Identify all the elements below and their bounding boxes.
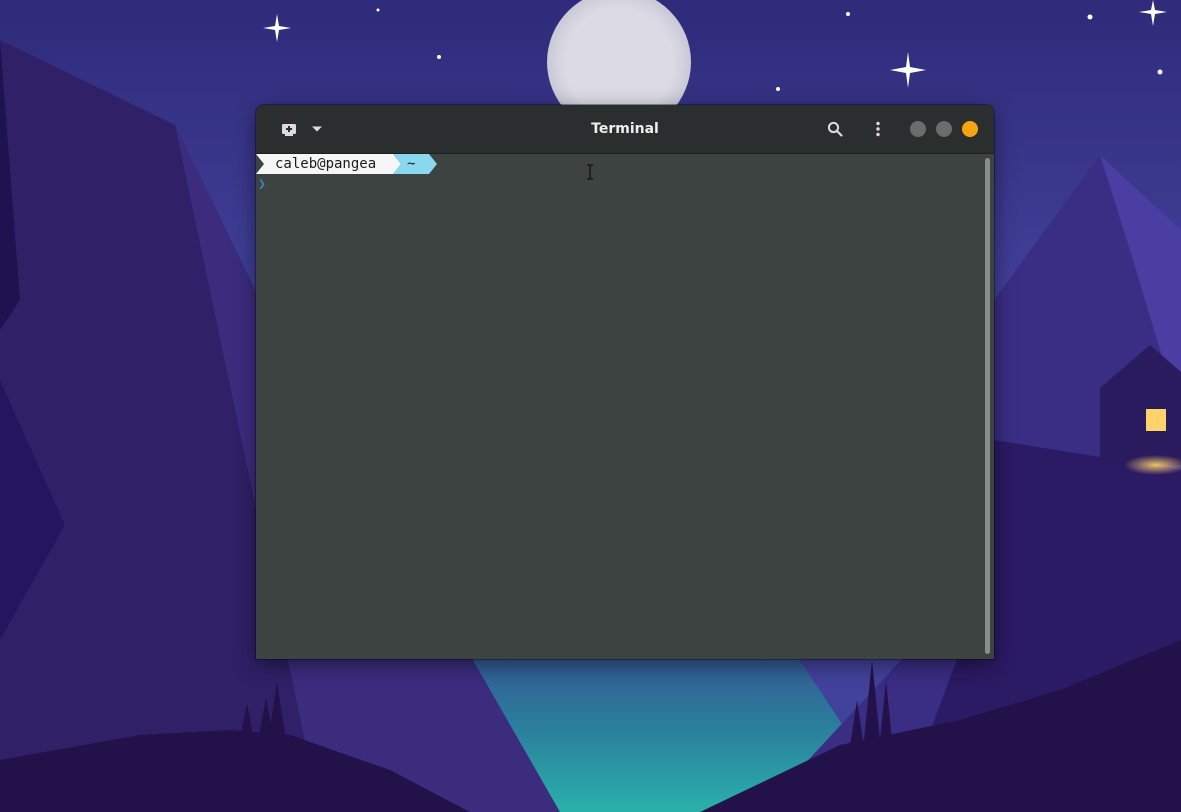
prompt-user-host: caleb@pangea [275, 156, 377, 172]
terminal-body[interactable]: caleb@pangea ~ ❯ [256, 154, 994, 659]
scrollbar[interactable] [985, 158, 990, 654]
tab-menu-button[interactable] [306, 117, 328, 141]
close-button[interactable] [962, 121, 978, 137]
kebab-menu-icon [876, 121, 880, 137]
headerbar: Terminal [256, 105, 994, 154]
maximize-button[interactable] [936, 121, 952, 137]
menu-button[interactable] [866, 117, 890, 141]
search-icon [827, 121, 843, 137]
chevron-down-icon [312, 126, 322, 132]
new-tab-icon [282, 124, 296, 136]
terminal-window: Terminal caleb@pangea ~ ❯ [256, 105, 994, 659]
input-prompt-symbol: ❯ [258, 177, 266, 192]
search-button[interactable] [823, 117, 847, 141]
new-tab-button[interactable] [276, 117, 302, 141]
desktop: Terminal caleb@pangea ~ ❯ [0, 0, 1181, 812]
text-cursor-icon [587, 164, 593, 180]
prompt-directory: ~ [407, 156, 416, 172]
minimize-button[interactable] [910, 121, 926, 137]
